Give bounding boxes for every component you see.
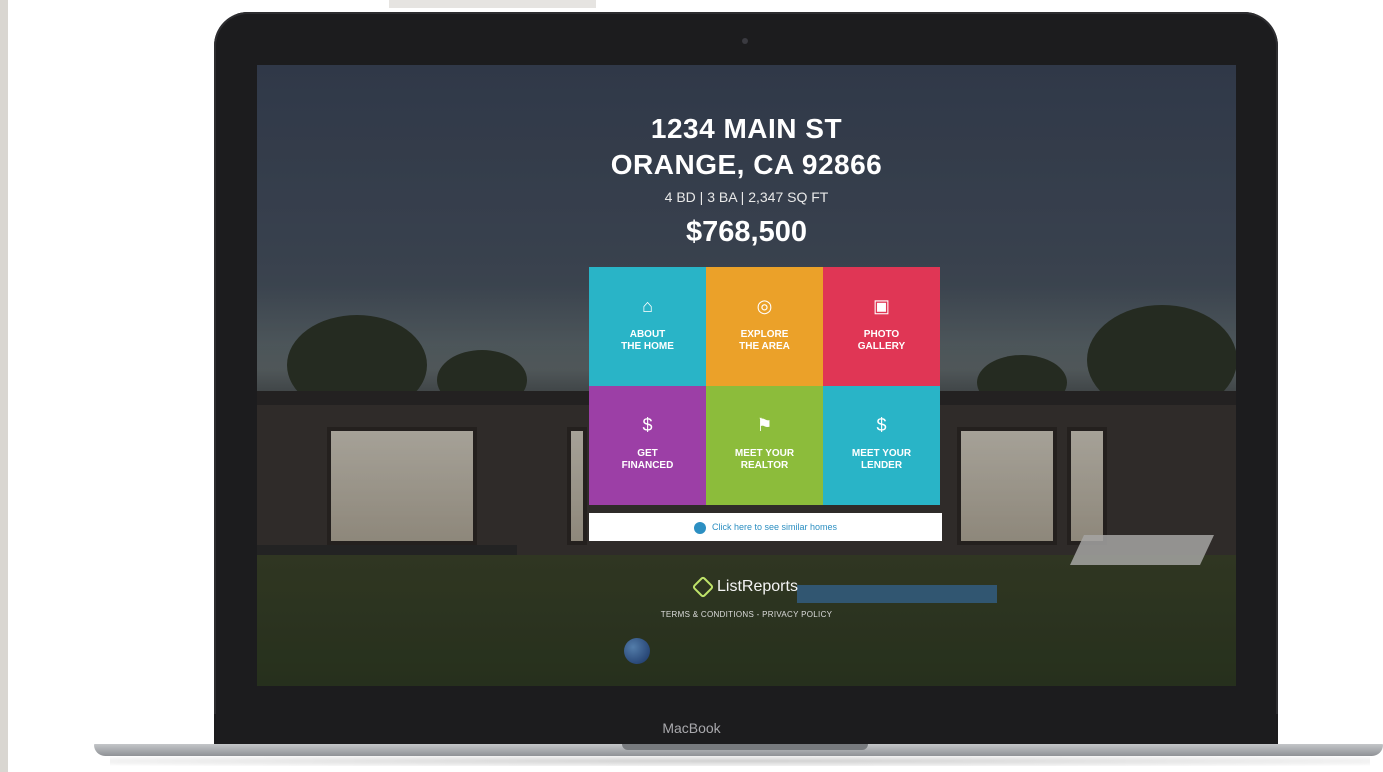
address-line1: 1234 MAIN ST xyxy=(650,113,843,144)
laptop-shadow xyxy=(110,756,1370,766)
laptop-notch xyxy=(622,744,868,750)
background-strip xyxy=(0,0,8,772)
tile-meet-your-realtor[interactable]: ⚑ MEET YOUR REALTOR xyxy=(706,386,823,505)
tile-label: EXPLORE THE AREA xyxy=(739,329,790,352)
address-line2: ORANGE, CA 92866 xyxy=(610,149,883,180)
tile-label: MEET YOUR REALTOR xyxy=(734,448,795,471)
camera-icon xyxy=(742,38,748,44)
terms-link[interactable]: TERMS & CONDITIONS xyxy=(661,610,754,619)
property-specs: 4 BD | 3 BA | 2,347 SQ FT xyxy=(664,189,829,205)
money-icon: $ xyxy=(642,415,653,435)
tile-label: PHOTO GALLERY xyxy=(857,329,906,352)
menu-tiles: ⌂ ABOUT THE HOME ◎ EXPLORE THE AREA ▣ PHOT… xyxy=(589,267,942,507)
tile-label: GET FINANCED xyxy=(621,448,674,471)
landing-page-screen: 1234 MAIN ST ORANGE, CA 92866 4 BD | 3 B… xyxy=(257,65,1236,686)
tile-label: MEET YOUR LENDER xyxy=(851,448,912,471)
price: $768,500 xyxy=(686,216,807,248)
tile-get-financed[interactable]: $ GET FINANCED xyxy=(589,386,706,505)
tile-photo-gallery[interactable]: ▣ PHOTO GALLERY xyxy=(823,267,940,386)
tile-meet-your-lender[interactable]: $ MEET YOUR LENDER xyxy=(823,386,940,505)
tile-explore-the-area[interactable]: ◎ EXPLORE THE AREA xyxy=(706,267,823,386)
similar-homes-label: Click here to see similar homes xyxy=(711,522,838,532)
compass-icon: ◎ xyxy=(756,296,773,316)
similar-homes-icon xyxy=(693,521,706,534)
photo-gallery-icon: ▣ xyxy=(872,296,890,316)
brand-name: ListReports xyxy=(717,578,798,595)
background-tab xyxy=(389,0,596,8)
brand: ListReports xyxy=(257,575,1236,599)
footer-separator: - xyxy=(756,610,760,619)
privacy-link[interactable]: PRIVACY POLICY xyxy=(762,610,832,619)
home-icon: ⌂ xyxy=(642,296,653,316)
realtor-sign-icon: ⚑ xyxy=(756,415,773,435)
footer-links: TERMS & CONDITIONS - PRIVACY POLICY xyxy=(257,610,1236,619)
listreports-logo-icon xyxy=(691,575,715,599)
similar-homes-button[interactable]: Click here to see similar homes xyxy=(589,513,942,541)
tile-label: ABOUT THE HOME xyxy=(621,329,674,352)
lender-dollar-icon: $ xyxy=(876,415,887,435)
tile-about-the-home[interactable]: ⌂ ABOUT THE HOME xyxy=(589,267,706,386)
device-label: MacBook xyxy=(662,720,721,736)
